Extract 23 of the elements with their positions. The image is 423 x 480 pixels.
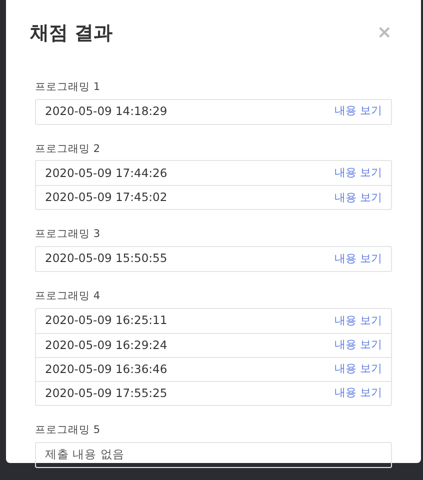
submission-time: 2020-05-09 16:36:46 bbox=[45, 360, 168, 378]
submission-time: 2020-05-09 16:29:24 bbox=[45, 336, 168, 354]
submission-time: 2020-05-09 17:44:26 bbox=[45, 164, 168, 182]
section-label: 프로그래밍 5 bbox=[35, 422, 100, 438]
view-content-link[interactable]: 내용 보기 bbox=[334, 385, 382, 402]
view-content-link[interactable]: 내용 보기 bbox=[334, 165, 382, 182]
section-label: 프로그래밍 3 bbox=[35, 227, 100, 242]
submission-time: 2020-05-09 16:25:11 bbox=[45, 312, 168, 330]
section-label: 프로그래밍 2 bbox=[35, 142, 100, 157]
empty-message: 제출 내용 없음 bbox=[45, 446, 124, 463]
submission-time: 2020-05-09 17:55:25 bbox=[45, 384, 168, 402]
submission-time: 2020-05-09 14:18:29 bbox=[45, 102, 168, 120]
view-content-link[interactable]: 내용 보기 bbox=[334, 103, 382, 120]
section-label: 프로그래밍 4 bbox=[35, 289, 100, 304]
view-content-link[interactable]: 내용 보기 bbox=[334, 190, 382, 206]
view-content-link[interactable]: 내용 보기 bbox=[334, 337, 382, 354]
submission-time: 2020-05-09 17:45:02 bbox=[45, 189, 168, 206]
section-label: 프로그래밍 1 bbox=[35, 80, 100, 95]
view-content-link[interactable]: 내용 보기 bbox=[334, 312, 382, 330]
modal-title: 채점 결과 bbox=[29, 22, 113, 45]
view-content-link[interactable]: 내용 보기 bbox=[334, 361, 382, 378]
submission-time: 2020-05-09 15:50:55 bbox=[45, 250, 168, 268]
view-content-link[interactable]: 내용 보기 bbox=[334, 250, 382, 268]
